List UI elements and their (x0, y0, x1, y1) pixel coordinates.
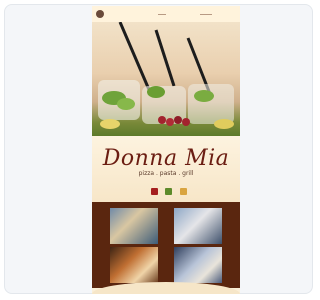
green-dot (165, 188, 173, 195)
gallery-photo[interactable] (174, 247, 222, 283)
brand-section: Donna Mia pizza . pasta . grill (92, 136, 240, 202)
brand-title: Donna Mia (102, 146, 230, 171)
red-dot (151, 188, 158, 195)
hero-image (92, 22, 240, 136)
nav-link[interactable] (158, 14, 166, 15)
photo-gallery (92, 202, 240, 288)
orange-dot (179, 188, 187, 195)
site-header (92, 6, 240, 22)
logo-icon[interactable] (96, 10, 104, 18)
gallery-photo[interactable] (110, 247, 158, 283)
color-dots (151, 182, 190, 195)
gallery-photo[interactable] (110, 208, 158, 244)
brand-tagline: pizza . pasta . grill (138, 170, 194, 177)
nav-link[interactable] (200, 14, 212, 15)
gallery-photo[interactable] (174, 208, 222, 244)
drinks-illustration (98, 22, 234, 129)
website-preview[interactable]: Donna Mia pizza . pasta . grill (92, 6, 240, 294)
